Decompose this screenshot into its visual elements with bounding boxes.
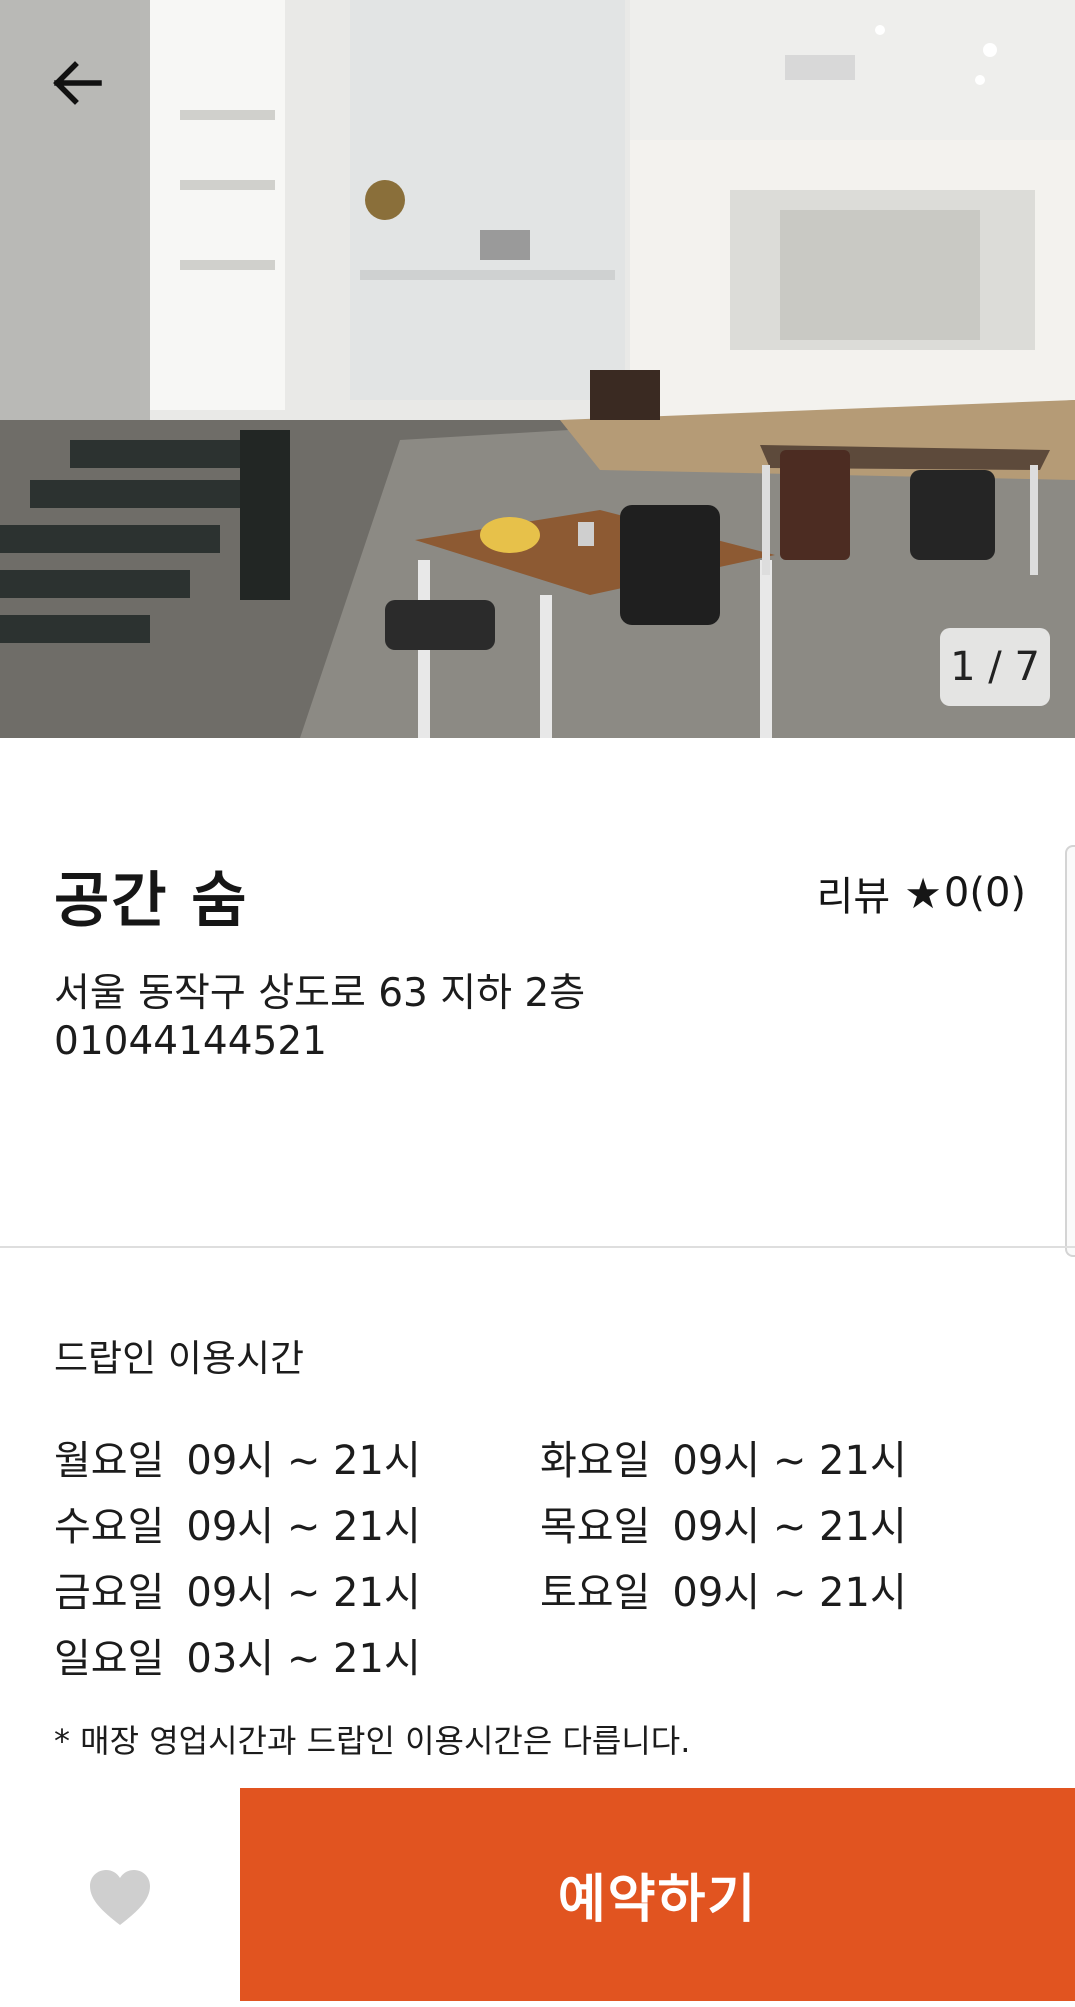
hours-row-wed: 수요일 09시 ~ 21시	[54, 1494, 421, 1552]
hours-row-thu: 목요일 09시 ~ 21시	[540, 1494, 907, 1552]
photo-gallery[interactable]: 1 / 7	[0, 0, 1075, 738]
day-label: 토요일	[540, 1570, 651, 1616]
time-range: 09시 ~ 21시	[672, 1438, 907, 1484]
day-label: 화요일	[540, 1438, 651, 1484]
review-summary[interactable]: 리뷰 ★ 0(0)	[817, 864, 1026, 922]
star-icon: ★	[904, 868, 942, 918]
hours-title: 드랍인 이용시간	[54, 1337, 305, 1380]
place-name: 공간 숨	[54, 866, 249, 936]
scroll-indicator	[1065, 845, 1075, 1257]
day-label: 수요일	[54, 1504, 165, 1550]
hours-row-sun: 일요일 03시 ~ 21시	[54, 1626, 421, 1684]
day-label: 금요일	[54, 1570, 165, 1616]
favorite-button[interactable]	[0, 1788, 240, 2007]
time-range: 09시 ~ 21시	[186, 1438, 421, 1484]
hours-note: * 매장 영업시간과 드랍인 이용시간은 다릅니다.	[54, 1722, 691, 1760]
time-range: 09시 ~ 21시	[672, 1570, 907, 1616]
reserve-button[interactable]: 예약하기	[240, 1788, 1075, 2001]
place-detail-screen: 1 / 7 공간 숨 리뷰 ★ 0(0) 서울 동작구 상도로 63 지하 2층…	[0, 0, 1075, 2007]
time-range: 09시 ~ 21시	[186, 1570, 421, 1616]
back-button[interactable]	[44, 50, 110, 116]
venue-photo	[0, 0, 1075, 738]
hours-row-mon: 월요일 09시 ~ 21시	[54, 1428, 421, 1486]
hours-row-sat: 토요일 09시 ~ 21시	[540, 1560, 907, 1618]
photo-counter: 1 / 7	[940, 628, 1050, 706]
place-phone[interactable]: 01044144521	[54, 1019, 327, 1064]
review-score: 0(0)	[943, 870, 1026, 916]
day-label: 목요일	[540, 1504, 651, 1550]
hours-row-fri: 금요일 09시 ~ 21시	[54, 1560, 421, 1618]
heart-icon	[90, 1869, 150, 1925]
arrow-left-icon	[53, 61, 102, 105]
review-label: 리뷰	[816, 874, 891, 920]
day-label: 일요일	[54, 1636, 165, 1682]
time-range: 09시 ~ 21시	[186, 1504, 421, 1550]
time-range: 09시 ~ 21시	[672, 1504, 907, 1550]
bottom-action-bar: 예약하기	[0, 1788, 1075, 2007]
time-range: 03시 ~ 21시	[186, 1636, 421, 1682]
day-label: 월요일	[54, 1438, 165, 1484]
hours-row-tue: 화요일 09시 ~ 21시	[540, 1428, 907, 1486]
place-address: 서울 동작구 상도로 63 지하 2층	[54, 971, 586, 1016]
section-divider	[0, 1246, 1075, 1248]
